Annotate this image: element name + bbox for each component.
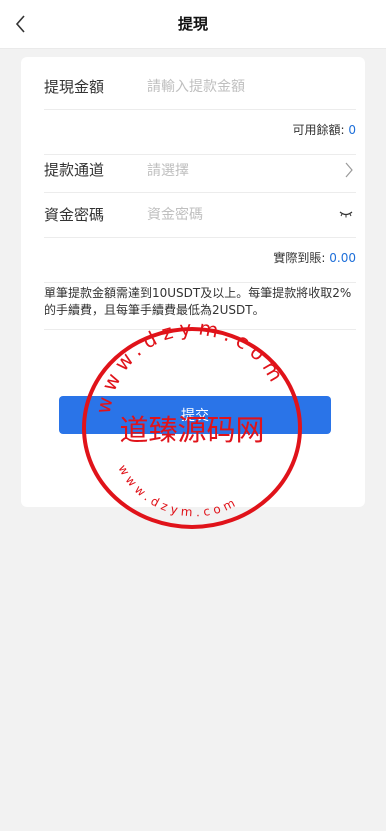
balance-display: 可用餘額: 0 [292, 121, 356, 138]
withdraw-form-card: 提現金額 可用餘額: 0 提款通道 請選擇 資金密碼 實際到賬: 0.00 單筆… [21, 57, 365, 507]
balance-label: 可用餘額: [292, 123, 345, 137]
page-title: 提現 [177, 15, 208, 33]
password-label: 資金密碼 [44, 206, 105, 224]
divider [44, 329, 356, 330]
amount-row: 提現金額 [44, 65, 356, 110]
chevron-right-icon [345, 162, 353, 178]
password-input[interactable] [147, 203, 317, 227]
amount-label: 提現金額 [44, 78, 105, 96]
password-row: 資金密碼 [44, 193, 356, 238]
received-row: 實際到賬: 0.00 [44, 238, 356, 283]
received-label: 實際到賬: [273, 251, 326, 265]
channel-row[interactable]: 提款通道 請選擇 [44, 148, 356, 193]
top-bar: 提現 [0, 0, 386, 49]
submit-button[interactable]: 提交 [59, 396, 331, 434]
balance-value: 0 [348, 123, 356, 137]
channel-select[interactable]: 請選擇 [147, 160, 189, 180]
amount-input[interactable] [147, 75, 317, 99]
withdraw-notice: 單筆提款金額需達到10USDT及以上。每筆提款將收取2%的手續費，且每筆手續費最… [44, 286, 352, 317]
channel-label: 提款通道 [44, 161, 105, 179]
received-value: 0.00 [329, 251, 356, 265]
received-display: 實際到賬: 0.00 [273, 249, 356, 266]
eye-closed-icon[interactable] [338, 208, 354, 220]
